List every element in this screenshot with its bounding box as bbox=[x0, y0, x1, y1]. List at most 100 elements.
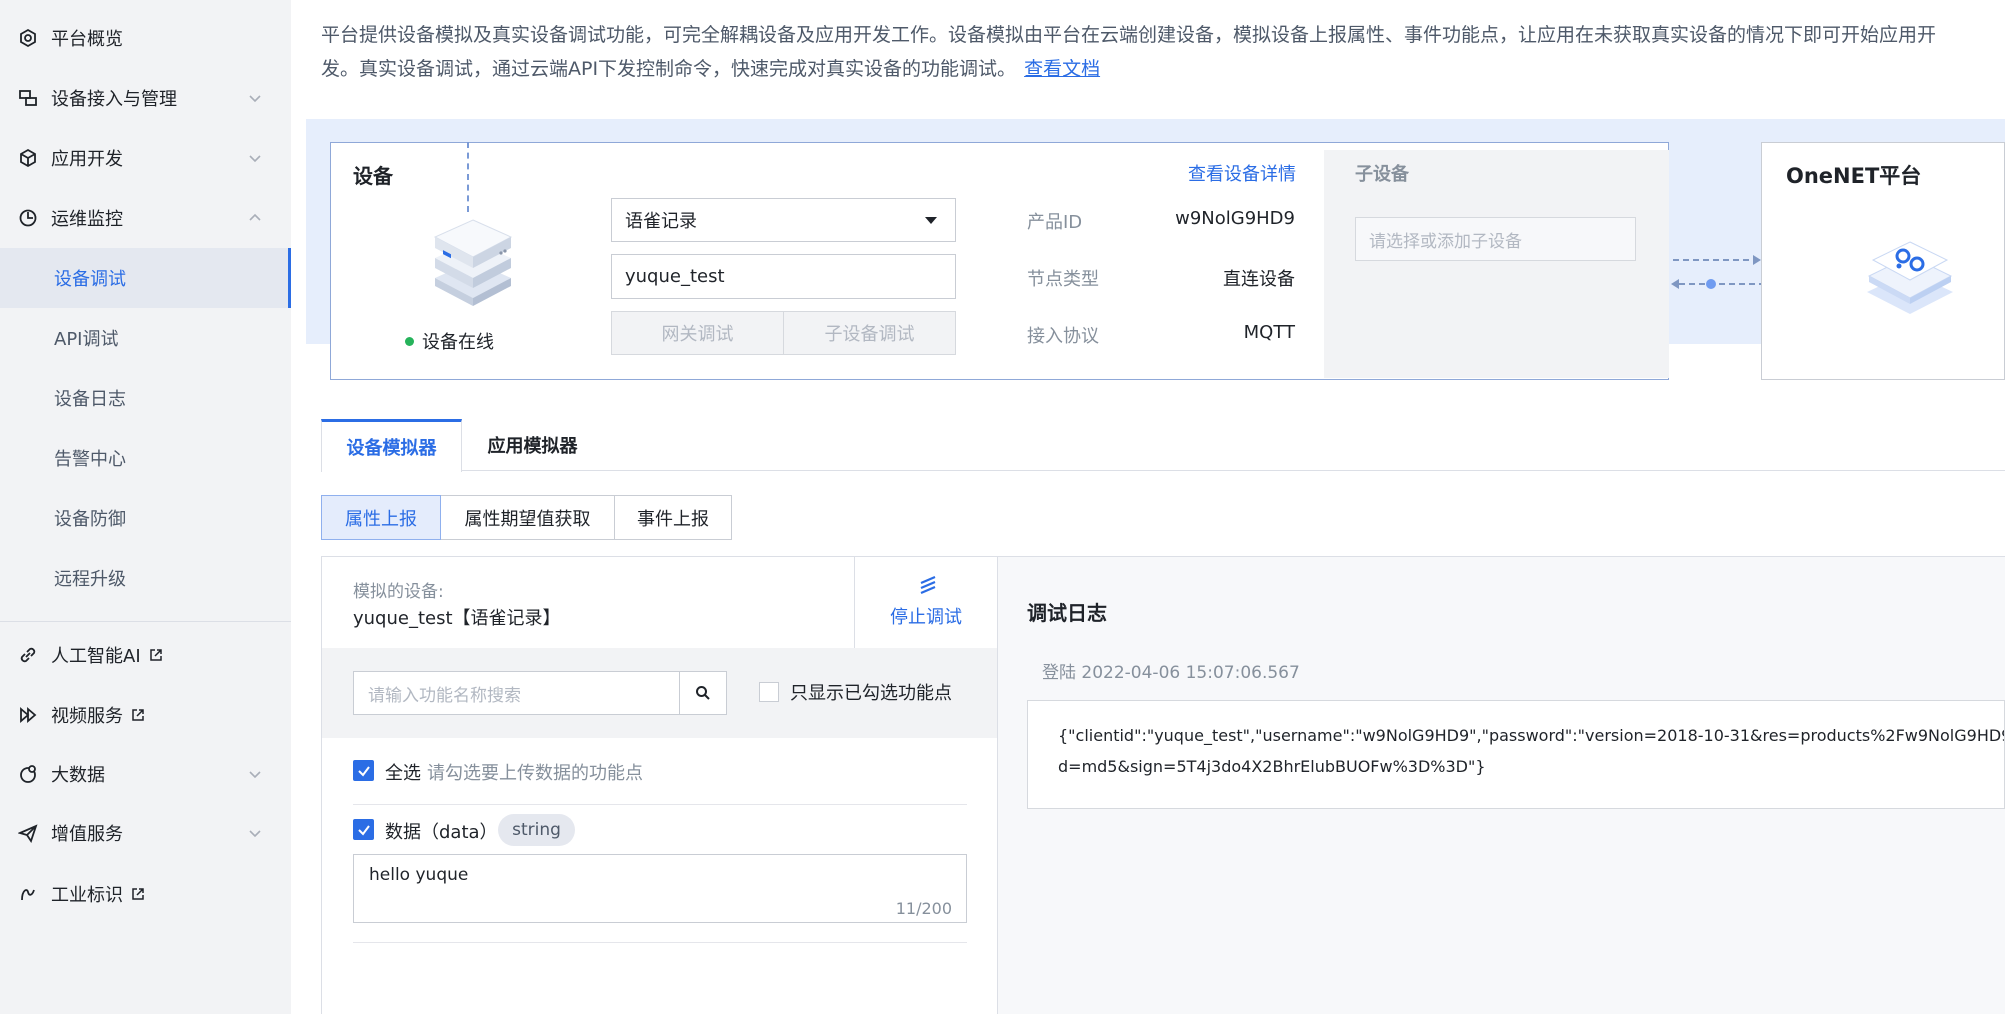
search-placeholder: 请输入功能名称搜索 bbox=[368, 685, 521, 706]
simulated-device-name: yuque_test【语雀记录】 bbox=[353, 608, 561, 629]
sidebar-item-industry-id[interactable]: 工业标识 bbox=[0, 864, 291, 924]
device-manage-icon bbox=[17, 87, 39, 109]
data-value-textarea[interactable]: hello yuque 11/200 bbox=[353, 854, 967, 923]
device-card-title: 设备 bbox=[353, 164, 393, 188]
protocol-label: 接入协议 bbox=[1027, 326, 1099, 347]
subdevice-debug-button[interactable]: 子设备调试 bbox=[783, 312, 955, 354]
chevron-down-icon bbox=[249, 830, 261, 838]
connector-dashed-line bbox=[467, 142, 469, 212]
only-selected-checkbox[interactable] bbox=[759, 682, 779, 702]
data-field-checkbox[interactable] bbox=[353, 819, 374, 840]
data-type-badge: string bbox=[498, 814, 575, 846]
connection-arrows bbox=[1671, 255, 1765, 289]
select-all-label: 全选 bbox=[385, 763, 421, 784]
sidebar-item-device-defense[interactable]: 设备防御 bbox=[0, 488, 291, 548]
sidebar-item-label: 运维监控 bbox=[51, 209, 123, 230]
device-status: 设备在线 bbox=[405, 328, 494, 354]
sidebar-item-alarm-center[interactable]: 告警中心 bbox=[0, 428, 291, 488]
data-value-text: hello yuque bbox=[369, 865, 469, 885]
product-select[interactable]: 语雀记录 bbox=[611, 198, 956, 242]
sidebar-item-remote-upgrade[interactable]: 远程升级 bbox=[0, 548, 291, 608]
data-field-label: 数据（data） bbox=[385, 822, 498, 843]
gateway-debug-button[interactable]: 网关调试 bbox=[612, 312, 783, 354]
chevron-down-icon bbox=[249, 771, 261, 779]
paper-plane-icon bbox=[17, 822, 39, 844]
sidebar-item-value-added[interactable]: 增值服务 bbox=[0, 803, 291, 863]
sidebar-item-video[interactable]: 视频服务 bbox=[0, 685, 291, 745]
pie-clock-icon bbox=[17, 207, 39, 229]
tab-property-report[interactable]: 属性上报 bbox=[321, 495, 441, 540]
sidebar-item-overview[interactable]: 平台概览 bbox=[0, 8, 291, 68]
log-entry-box: {"clientid":"yuque_test","username":"w9N… bbox=[1027, 700, 2005, 809]
chevron-down-icon bbox=[249, 95, 261, 103]
function-search-input[interactable]: 请输入功能名称搜索 bbox=[353, 671, 680, 715]
tab-device-simulator[interactable]: 设备模拟器 bbox=[321, 419, 462, 472]
sidebar-item-label: 大数据 bbox=[51, 765, 105, 786]
main-content: 平台提供设备模拟及真实设备调试功能，可完全解耦设备及应用开发工作。设备模拟由平台… bbox=[291, 0, 2005, 1014]
external-link-icon bbox=[132, 888, 144, 900]
search-button[interactable] bbox=[679, 671, 727, 715]
sidebar-item-ai[interactable]: 人工智能AI bbox=[0, 625, 291, 685]
subdevice-placeholder: 请选择或添加子设备 bbox=[1369, 231, 1522, 252]
link-icon bbox=[17, 644, 39, 666]
sidebar-item-api-debug[interactable]: API调试 bbox=[0, 308, 291, 368]
node-type-value: 直连设备 bbox=[1223, 269, 1295, 290]
check-icon bbox=[357, 824, 370, 836]
subdevice-select[interactable]: 请选择或添加子设备 bbox=[1355, 217, 1636, 261]
sidebar-item-bigdata[interactable]: 大数据 bbox=[0, 744, 291, 804]
external-link-icon bbox=[149, 649, 162, 661]
protocol-value: MQTT bbox=[1243, 322, 1295, 343]
stop-debug-button[interactable] bbox=[854, 556, 998, 648]
external-link-icon bbox=[132, 709, 144, 721]
sidebar-item-label: 平台概览 bbox=[51, 29, 123, 50]
chevron-down-icon bbox=[249, 155, 261, 163]
device-name-input[interactable]: yuque_test bbox=[611, 254, 956, 299]
tab-event-report[interactable]: 事件上报 bbox=[615, 495, 732, 540]
log-entry-line: {"clientid":"yuque_test","username":"w9N… bbox=[1058, 726, 2005, 745]
cube-icon bbox=[17, 147, 39, 169]
platform-title: OneNET平台 bbox=[1786, 164, 1922, 188]
sidebar-item-app-dev[interactable]: 应用开发 bbox=[0, 128, 291, 188]
sidebar-item-ops-monitor[interactable]: 运维监控 bbox=[0, 188, 291, 248]
sidebar-item-label: 人工智能AI bbox=[51, 646, 141, 667]
select-all-hint: 请勾选要上传数据的功能点 bbox=[427, 763, 643, 784]
sidebar-item-device-log[interactable]: 设备日志 bbox=[0, 368, 291, 428]
view-docs-link[interactable]: 查看文档 bbox=[1024, 58, 1100, 80]
onenet-cloud-icon bbox=[1867, 241, 1953, 314]
sidebar-item-label: 应用开发 bbox=[51, 149, 123, 170]
search-icon bbox=[696, 686, 710, 700]
sidebar: 平台概览 设备接入与管理 应用开发 运维监控 设备调试 API调试 设备日志 告… bbox=[0, 0, 291, 1014]
sidebar-item-label: 视频服务 bbox=[51, 706, 123, 727]
view-device-detail-link[interactable]: 查看设备详情 bbox=[1188, 160, 1296, 186]
stop-debug-label: 停止调试 bbox=[890, 607, 962, 628]
tab-app-simulator[interactable]: 应用模拟器 bbox=[462, 419, 603, 471]
node-type-label: 节点类型 bbox=[1027, 269, 1099, 290]
subdevice-title: 子设备 bbox=[1355, 164, 1409, 185]
stop-debug-icon bbox=[920, 575, 936, 595]
sidebar-item-label: 增值服务 bbox=[51, 824, 123, 845]
online-status-dot bbox=[405, 336, 414, 346]
sidebar-item-label: 工业标识 bbox=[51, 885, 123, 906]
simulated-device-label: 模拟的设备: bbox=[353, 582, 444, 602]
divider bbox=[353, 942, 967, 943]
sidebar-item-device-debug[interactable]: 设备调试 bbox=[0, 248, 291, 308]
hexagon-icon bbox=[17, 27, 39, 49]
server-stack-icon bbox=[433, 219, 513, 306]
tab-property-expected[interactable]: 属性期望值获取 bbox=[441, 495, 615, 540]
check-icon bbox=[357, 765, 370, 777]
debug-mode-group: 网关调试 子设备调试 bbox=[611, 311, 956, 355]
product-id-label: 产品ID bbox=[1027, 212, 1083, 233]
bigdata-icon bbox=[17, 763, 39, 785]
product-select-value: 语雀记录 bbox=[625, 211, 697, 232]
sidebar-divider bbox=[0, 621, 291, 622]
chevron-up-icon bbox=[249, 213, 261, 221]
caret-down-icon bbox=[925, 217, 937, 224]
log-entry-line: d=md5&sign=5T4j3do4X2BhrElubBUOFw%3D%3D"… bbox=[1058, 757, 1486, 776]
select-all-checkbox[interactable] bbox=[353, 760, 374, 781]
sidebar-item-device-access[interactable]: 设备接入与管理 bbox=[0, 68, 291, 128]
video-play-icon bbox=[17, 704, 39, 726]
debug-log-title: 调试日志 bbox=[1027, 601, 1107, 625]
industry-id-icon bbox=[17, 883, 39, 905]
device-name-value: yuque_test bbox=[625, 266, 725, 287]
char-count: 11/200 bbox=[895, 899, 952, 918]
